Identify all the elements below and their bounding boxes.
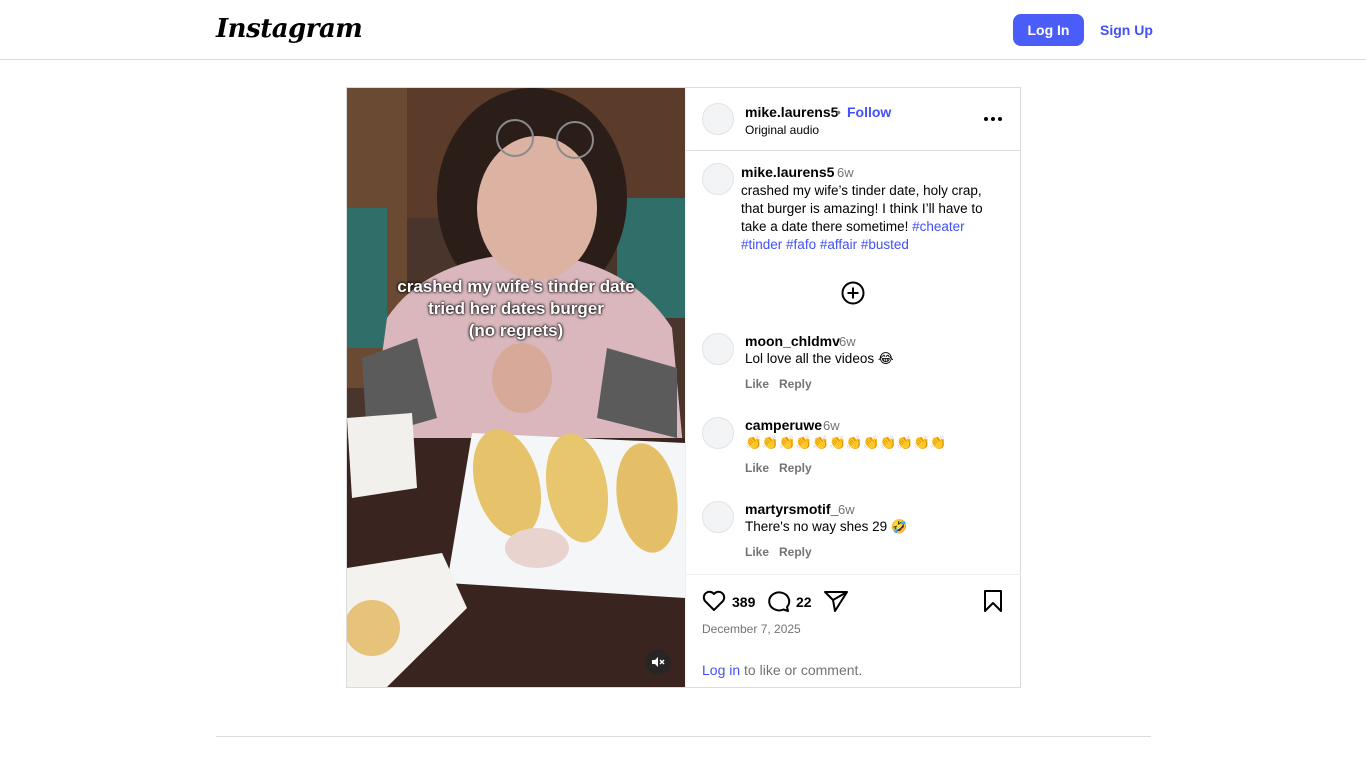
comment-timestamp: 6w: [838, 502, 855, 517]
caption-username[interactable]: mike.laurens5: [741, 164, 834, 180]
login-prompt: Log in to like or comment.: [702, 662, 862, 678]
comment-text: There's no way shes 29 🤣: [745, 519, 908, 534]
comment-item: moon_chldmv 6w Lol love all the videos 😂…: [686, 333, 1021, 413]
post-username[interactable]: mike.laurens5: [745, 104, 838, 120]
comment-item: camperuwe 6w 👏👏👏👏👏👏👏👏👏👏👏👏 Like Reply: [686, 417, 1021, 497]
comment-reply-button[interactable]: Reply: [779, 377, 812, 391]
hashtag[interactable]: #tinder: [741, 237, 782, 252]
comment-username[interactable]: camperuwe: [745, 417, 822, 433]
footer-divider: [216, 736, 1151, 737]
comment-timestamp: 6w: [839, 334, 856, 349]
top-nav: Instagram Log In Sign Up: [0, 0, 1366, 60]
caption-text: crashed my wife’s tinder date, holy crap…: [741, 182, 1003, 254]
overlay-line: tried her dates burger: [428, 299, 604, 318]
comment-username[interactable]: moon_chldmv: [745, 333, 840, 349]
follow-button[interactable]: Follow: [847, 104, 891, 120]
overlay-line: (no regrets): [468, 321, 564, 340]
post-header: mike.laurens5 • Follow Original audio: [686, 88, 1021, 151]
separator-dot: •: [836, 104, 841, 120]
speaker-muted-icon: [652, 657, 665, 667]
share-icon[interactable]: [823, 588, 849, 614]
signup-link[interactable]: Sign Up: [1100, 22, 1153, 38]
comment-text: 👏👏👏👏👏👏👏👏👏👏👏👏: [745, 435, 947, 450]
comment-item: martyrsmotif_ 6w There's no way shes 29 …: [686, 501, 1021, 581]
avatar[interactable]: [702, 163, 734, 195]
video-caption-overlay: crashed my wife’s tinder date tried her …: [347, 276, 685, 342]
post-card: crashed my wife’s tinder date tried her …: [346, 87, 1021, 688]
comment-text: Lol love all the videos 😂: [745, 351, 894, 366]
avatar[interactable]: [702, 417, 734, 449]
hashtag[interactable]: #cheater: [912, 219, 965, 234]
comment-like-button[interactable]: Like: [745, 545, 769, 559]
login-prompt-text: to like or comment.: [740, 662, 863, 678]
comment-icon[interactable]: [766, 588, 792, 614]
hashtag[interactable]: #affair: [820, 237, 857, 252]
comment-reply-button[interactable]: Reply: [779, 545, 812, 559]
load-more-comments-icon[interactable]: [840, 280, 866, 306]
avatar[interactable]: [702, 333, 734, 365]
comment-like-button[interactable]: Like: [745, 461, 769, 475]
post-side-panel: mike.laurens5 • Follow Original audio mi…: [685, 88, 1021, 687]
post-video[interactable]: crashed my wife’s tinder date tried her …: [347, 88, 685, 687]
post-date: December 7, 2025: [702, 622, 801, 636]
instagram-logo[interactable]: Instagram: [216, 14, 363, 44]
comment-count: 22: [796, 594, 812, 610]
video-frame: [347, 88, 685, 687]
comment-timestamp: 6w: [823, 418, 840, 433]
login-button[interactable]: Log In: [1013, 14, 1084, 46]
more-options-icon[interactable]: [982, 108, 1004, 130]
overlay-line: crashed my wife’s tinder date: [397, 277, 635, 296]
comment-username[interactable]: martyrsmotif_: [745, 501, 838, 517]
login-link[interactable]: Log in: [702, 662, 740, 678]
avatar[interactable]: [702, 501, 734, 533]
hashtag[interactable]: #busted: [861, 237, 909, 252]
like-count: 389: [732, 594, 756, 610]
audio-label[interactable]: Original audio: [745, 123, 819, 137]
caption-timestamp: 6w: [837, 165, 854, 180]
avatar[interactable]: [702, 103, 734, 135]
comment-like-button[interactable]: Like: [745, 377, 769, 391]
mute-toggle-button[interactable]: [645, 649, 671, 675]
post-actions: 389 22 December 7, 2025 Log in to like o…: [686, 574, 1021, 687]
hashtag[interactable]: #fafo: [786, 237, 816, 252]
heart-icon[interactable]: [701, 588, 727, 614]
comment-reply-button[interactable]: Reply: [779, 461, 812, 475]
bookmark-icon[interactable]: [980, 588, 1006, 614]
